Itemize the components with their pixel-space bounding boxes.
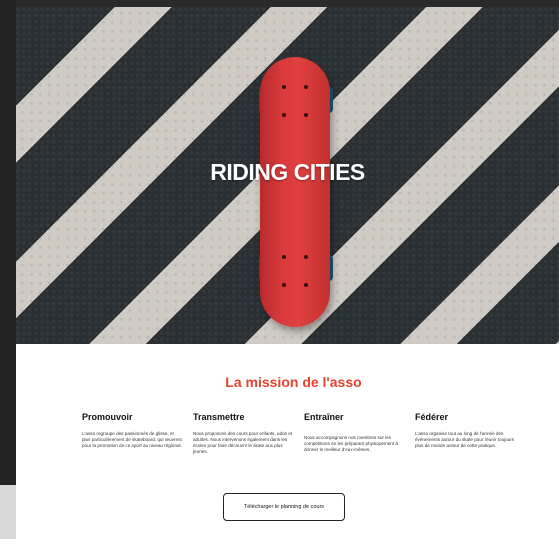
mission-title: La mission de l'asso (225, 374, 362, 390)
column-text: L'asso regroupe des passionnés de glisse… (82, 431, 182, 448)
column-heading: Entraîner (304, 412, 344, 422)
skateboard-deck (260, 57, 330, 327)
column-text: Nous proposons des cours pour enfants, a… (193, 431, 293, 454)
column-heading: Promouvoir (82, 412, 133, 422)
mission-column-promouvoir: Promouvoir L'asso regroupe des passionné… (82, 412, 182, 449)
mission-column-entrainer: Entraîner Nous accompagnons nos membres … (304, 412, 404, 453)
hero-banner: RIDING CITIES (16, 7, 559, 344)
mission-column-federer: Fédérer L'asso organise tout au long de … (415, 412, 515, 449)
left-light-panel (0, 485, 16, 539)
column-heading: Transmettre (193, 412, 245, 422)
mission-section: La mission de l'asso Promouvoir L'asso r… (16, 344, 559, 539)
column-text: L'asso organise tout au long de l'année … (415, 431, 515, 448)
left-dark-panel (0, 0, 16, 539)
top-bar (16, 0, 559, 7)
column-text: Nous accompagnons nos membres sur les co… (304, 435, 398, 452)
mission-column-transmettre: Transmettre Nous proposons des cours pou… (193, 412, 293, 455)
download-schedule-button[interactable]: Télécharger le planning de cours (223, 493, 345, 521)
hero-title: RIDING CITIES (210, 159, 365, 185)
column-heading: Fédérer (415, 412, 449, 422)
